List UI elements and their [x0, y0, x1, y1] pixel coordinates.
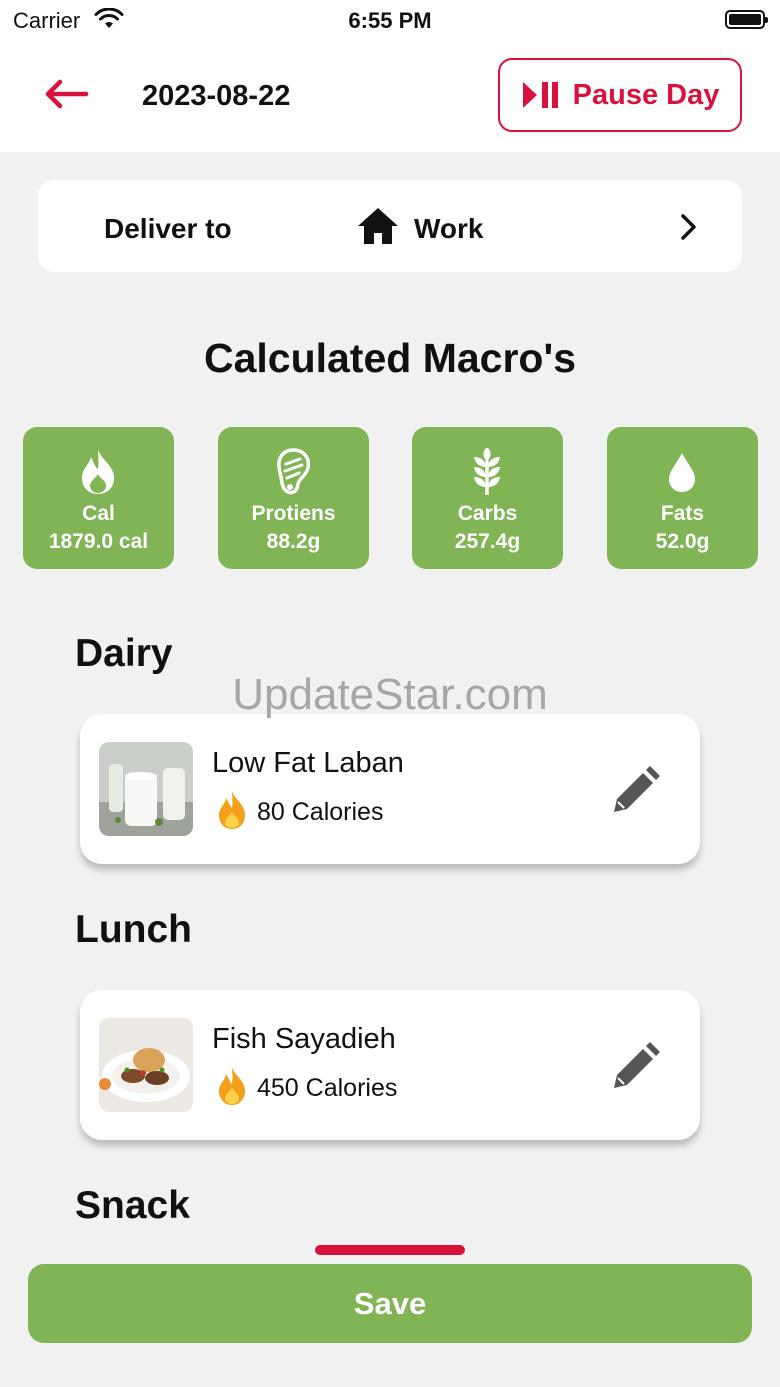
- pause-day-label: Pause Day: [572, 78, 720, 111]
- macro-label: Carbs: [457, 502, 518, 525]
- back-arrow-icon[interactable]: [42, 77, 90, 111]
- section-title-lunch: Lunch: [75, 908, 192, 951]
- status-bar: Carrier 6:55 PM: [0, 0, 780, 40]
- macro-tile-protein: Protiens 88.2g: [218, 427, 369, 569]
- meal-calories: 450 Calories: [257, 1074, 398, 1102]
- edit-pencil-icon[interactable]: [610, 1042, 660, 1092]
- macro-value: 1879.0 cal: [48, 530, 149, 553]
- drop-icon: [669, 453, 695, 492]
- meal-image: [99, 742, 193, 836]
- scroll-indicator: [315, 1245, 465, 1255]
- delivery-location-selector[interactable]: Deliver to Work: [38, 180, 742, 272]
- deliver-to-label: Deliver to: [104, 213, 232, 244]
- flame-icon: [219, 1067, 245, 1105]
- play-pause-icon: [522, 82, 558, 108]
- wheat-icon: [474, 448, 500, 495]
- flame-icon: [82, 449, 114, 494]
- meal-name: Low Fat Laban: [212, 747, 404, 779]
- edit-pencil-icon[interactable]: [610, 766, 660, 816]
- watermark: UpdateStar.com: [232, 670, 548, 719]
- meal-calories: 80 Calories: [257, 798, 384, 826]
- macro-tile-carbs: Carbs 257.4g: [412, 427, 563, 569]
- flame-icon: [219, 791, 245, 829]
- macro-value: 257.4g: [454, 530, 521, 553]
- pause-day-button[interactable]: Pause Day: [498, 58, 742, 132]
- chevron-right-icon: [681, 214, 696, 240]
- macro-value: 88.2g: [266, 530, 321, 553]
- meal-card[interactable]: Fish Sayadieh 450 Calories: [80, 990, 700, 1140]
- clock: 6:55 PM: [348, 8, 432, 33]
- save-label: Save: [353, 1285, 427, 1321]
- save-button[interactable]: Save: [28, 1264, 752, 1343]
- meat-icon: [277, 448, 311, 495]
- meal-image: [99, 1018, 193, 1112]
- section-title-snack: Snack: [75, 1184, 190, 1227]
- macro-label: Protiens: [251, 502, 336, 525]
- meal-name: Fish Sayadieh: [212, 1023, 396, 1055]
- delivery-location: Work: [414, 213, 484, 244]
- battery-icon: [725, 10, 768, 29]
- macro-label: Cal: [82, 502, 115, 525]
- header: 2023-08-22 Pause Day: [0, 40, 780, 152]
- macro-value: 52.0g: [655, 530, 710, 553]
- macro-tile-calories: Cal 1879.0 cal: [23, 427, 174, 569]
- meal-card[interactable]: Low Fat Laban 80 Calories: [80, 714, 700, 864]
- macro-label: Fats: [660, 502, 705, 525]
- macro-tile-fats: Fats 52.0g: [607, 427, 758, 569]
- home-icon: [358, 208, 398, 244]
- macros-title: Calculated Macro's: [203, 335, 577, 381]
- page-date: 2023-08-22: [142, 80, 291, 112]
